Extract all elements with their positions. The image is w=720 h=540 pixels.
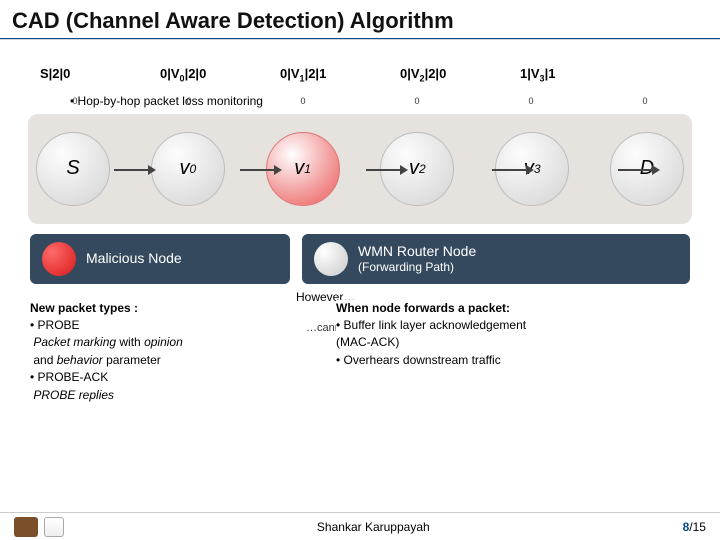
arrow-icon [492,169,528,171]
node-v2-pre: v [409,157,419,180]
page-indicator: 8/15 [683,520,706,534]
tick-3: 0 [380,96,454,106]
pt-l2c: opinion [144,335,183,349]
title-underline [0,38,720,40]
tick-4: 0 [494,96,568,106]
page-total: 15 [693,520,706,534]
label-v2-pre: 0|V [400,66,420,81]
pt-l3c: parameter [103,353,161,367]
label-v2-post: |2|0 [425,66,447,81]
pt-l2b: with [116,335,144,349]
probe-labels-row: S|2|0 0|V0|2|0 0|V1|2|1 0|V2|2|0 1|V3|1 [0,50,720,90]
lower-content: New packet types : • PROBE Packet markin… [0,290,720,404]
packet-types-l1: • PROBE [30,317,260,334]
label-v0: 0|V0|2|0 [160,66,230,84]
footer-logos [14,517,64,537]
legend-malicious-text: Malicious Node [86,250,182,267]
node-v0-sub: 0 [189,162,196,176]
legend-malicious: Malicious Node [30,234,290,284]
pt-l3a: and [33,353,56,367]
legend-router-text: WMN Router Node (Forwarding Path) [358,243,476,274]
legend-router-l2: (Forwarding Path) [358,260,476,274]
slide-title: CAD (Channel Aware Detection) Algorithm [0,0,720,38]
pt-l3b: behavior [57,353,103,367]
node-v3-sub: 3 [534,162,541,176]
arrow-icon [240,169,276,171]
legend-row: Malicious Node WMN Router Node (Forwardi… [30,234,690,284]
packet-types-l3: and behavior parameter [30,352,260,369]
crest-logo-icon [14,517,38,537]
node-v0: v0 [151,132,225,206]
arrow-icon [366,169,402,171]
node-v0-pre: v [179,157,189,180]
pt-l2a: Packet marking [33,335,116,349]
red-circle-icon [42,242,76,276]
label-s: S|2|0 [40,66,110,84]
legend-router: WMN Router Node (Forwarding Path) [302,234,690,284]
legend-router-l1: WMN Router Node [358,243,476,259]
label-v0-pre: 0|V [160,66,180,81]
footer-bar: Shankar Karuppayah 8/15 [0,512,720,540]
node-v2-sub: 2 [419,162,426,176]
tick-2: 0 [266,96,340,106]
packet-types-box: New packet types : • PROBE Packet markin… [30,300,260,404]
forward-l1: • Buffer link layer acknowledgement [336,317,636,334]
tick-5: 0 [608,96,682,106]
node-s-label: S [66,157,79,180]
topology-band: 0 0 0 0 0 0 S v0 v1 v2 v3 D [28,114,692,224]
packet-types-l2: Packet marking with opinion [30,334,260,351]
packet-types-header: New packet types : [30,300,260,317]
label-v0-post: |2|0 [185,66,207,81]
node-v1-sub: 1 [304,162,311,176]
packet-types-l4: • PROBE-ACK [30,369,260,386]
forward-behavior-box: When node forwards a packet: • Buffer li… [336,300,636,370]
label-v1-post: |2|1 [305,66,327,81]
forward-l3: • Overhears downstream traffic [336,352,636,369]
tick-row: 0 0 0 0 0 0 [38,96,682,106]
arrow-icon [114,169,150,171]
tick-0: 0 [38,96,112,106]
node-v1-pre: v [294,157,304,180]
forward-l2: (MAC-ACK) [336,334,636,351]
footer-author: Shankar Karuppayah [317,520,430,534]
label-v2: 0|V2|2|0 [400,66,470,84]
secondary-logo-icon [44,517,64,537]
label-v3: 1|V3|1 [520,66,590,84]
pt-l5: PROBE replies [33,388,114,402]
node-s: S [36,132,110,206]
label-v3-post: |1 [545,66,556,81]
arrow-icon [618,169,654,171]
label-v1: 0|V1|2|1 [280,66,350,84]
grey-circle-icon [314,242,348,276]
label-v1-pre: 0|V [280,66,300,81]
forward-header: When node forwards a packet: [336,300,636,317]
label-v3-pre: 1|V [520,66,540,81]
tick-1: 0 [152,96,226,106]
packet-types-l5: PROBE replies [30,387,260,404]
